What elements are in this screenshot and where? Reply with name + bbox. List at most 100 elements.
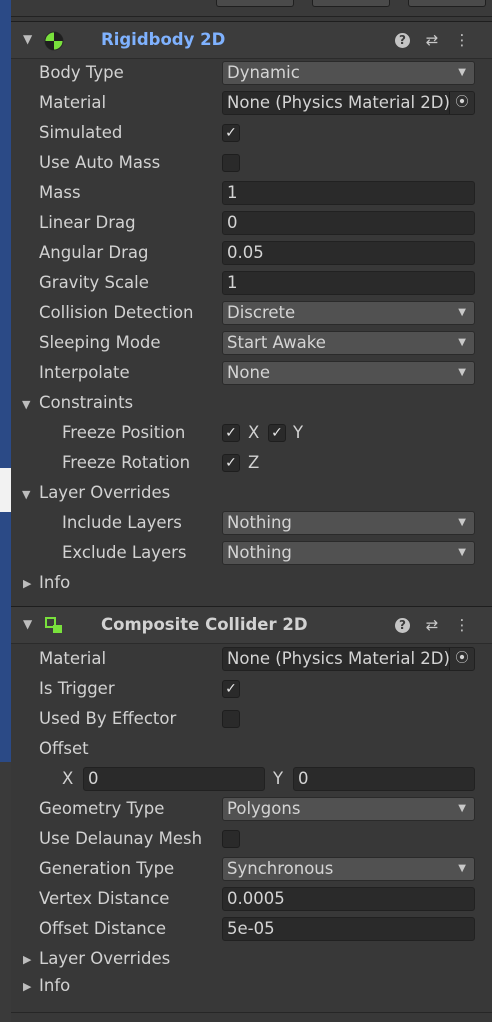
used-by-effector-label: Used By Effector [39, 709, 177, 728]
collision-detection-value: Discrete [227, 303, 296, 322]
dropdown-caret-icon: ▼ [458, 67, 466, 78]
dropdown-caret-icon: ▼ [458, 367, 466, 378]
is-trigger-checkbox[interactable]: ✓ [222, 680, 240, 698]
offset-y-input[interactable]: 0 [293, 767, 475, 791]
foldout-expanded-icon[interactable]: ▼ [23, 32, 32, 46]
info-label[interactable]: Info [39, 573, 70, 592]
linear-drag-input[interactable]: 0 [222, 211, 475, 235]
material-object-field[interactable]: None (Physics Material 2D) ⦿ [222, 91, 475, 115]
layer-overrides-label[interactable]: Layer Overrides [39, 949, 170, 968]
freeze-position-x-checkbox[interactable]: ✓ [222, 424, 240, 442]
material-value: None (Physics Material 2D) [227, 93, 450, 112]
collision-detection-label: Collision Detection [39, 303, 194, 322]
constraints-label[interactable]: Constraints [39, 393, 133, 412]
body-type-value: Dynamic [227, 63, 300, 82]
rigidbody-2d-header[interactable]: ▼ Rigidbody 2D ? ⇄ ⋮ [11, 21, 492, 59]
include-layers-value: Nothing [227, 513, 292, 532]
freeze-position-y-checkbox[interactable]: ✓ [268, 424, 286, 442]
vertex-distance-label: Vertex Distance [39, 889, 170, 908]
sleeping-mode-dropdown[interactable]: Start Awake ▼ [222, 331, 475, 355]
gravity-scale-input[interactable]: 1 [222, 271, 475, 295]
composite-collider-2d-title: Composite Collider 2D [101, 615, 308, 634]
mass-input[interactable]: 1 [222, 181, 475, 205]
angular-drag-label: Angular Drag [39, 243, 149, 262]
geometry-type-value: Polygons [227, 799, 301, 818]
material-label: Material [39, 649, 107, 668]
presets-icon[interactable]: ⇄ [422, 30, 442, 50]
dropdown-caret-icon: ▼ [458, 547, 466, 558]
simulated-label: Simulated [39, 123, 123, 142]
freeze-rotation-z-checkbox[interactable]: ✓ [222, 454, 240, 472]
generation-type-dropdown[interactable]: Synchronous ▼ [222, 857, 475, 881]
left-panel-strip-blue [0, 0, 11, 468]
offset-distance-input[interactable]: 5e-05 [222, 917, 475, 941]
use-delaunay-mesh-label: Use Delaunay Mesh [39, 829, 203, 848]
use-delaunay-mesh-checkbox[interactable] [222, 830, 240, 848]
freeze-rotation-label: Freeze Rotation [62, 453, 191, 472]
interpolate-label: Interpolate [39, 363, 130, 382]
checkmark-icon: ✓ [271, 425, 283, 441]
presets-icon[interactable]: ⇄ [422, 615, 442, 635]
interpolate-dropdown[interactable]: None ▼ [222, 361, 475, 385]
foldout-expanded-icon[interactable]: ▼ [23, 617, 32, 631]
exclude-layers-value: Nothing [227, 543, 292, 562]
left-panel-strip-gray [0, 762, 11, 1022]
geometry-type-dropdown[interactable]: Polygons ▼ [222, 797, 475, 821]
sleeping-mode-value: Start Awake [227, 333, 326, 352]
left-panel-strip-blue-lower [0, 512, 11, 762]
material-label: Material [39, 93, 107, 112]
dropdown-caret-icon: ▼ [458, 803, 466, 814]
is-trigger-label: Is Trigger [39, 679, 115, 698]
composite-collider-2d-icon [45, 617, 62, 633]
material-value: None (Physics Material 2D) [227, 649, 450, 668]
layer-overrides-label[interactable]: Layer Overrides [39, 483, 170, 502]
body-type-dropdown[interactable]: Dynamic ▼ [222, 61, 475, 85]
material-object-field[interactable]: None (Physics Material 2D) ⦿ [222, 647, 475, 671]
offset-distance-label: Offset Distance [39, 919, 166, 938]
offset-y-label: Y [273, 769, 284, 788]
info-foldout-icon[interactable]: ▶ [23, 980, 31, 993]
rigidbody-2d-title: Rigidbody 2D [101, 30, 226, 49]
angular-drag-input[interactable]: 0.05 [222, 241, 475, 265]
checkmark-icon: ✓ [225, 681, 237, 697]
help-icon[interactable]: ? [395, 618, 410, 633]
freeze-rotation-z-label: Z [248, 453, 260, 472]
include-layers-dropdown[interactable]: Nothing ▼ [222, 511, 475, 535]
freeze-position-x-label: X [248, 423, 260, 442]
generation-type-label: Generation Type [39, 859, 175, 878]
dropdown-caret-icon: ▼ [458, 337, 466, 348]
rigidbody-2d-icon [44, 31, 64, 51]
simulated-checkbox[interactable]: ✓ [222, 124, 240, 142]
geometry-type-label: Geometry Type [39, 799, 165, 818]
composite-collider-2d-header[interactable]: ▼ Composite Collider 2D ? ⇄ ⋮ [11, 606, 492, 644]
component-menu-icon[interactable]: ⋮ [452, 615, 472, 635]
exclude-layers-dropdown[interactable]: Nothing ▼ [222, 541, 475, 565]
layer-overrides-foldout-icon[interactable]: ▼ [22, 488, 30, 501]
info-label[interactable]: Info [39, 976, 70, 995]
object-picker-icon[interactable]: ⦿ [449, 648, 474, 670]
gravity-scale-label: Gravity Scale [39, 273, 149, 292]
constraints-foldout-icon[interactable]: ▼ [22, 398, 30, 411]
info-foldout-icon[interactable]: ▶ [23, 577, 31, 590]
left-panel-strip-white [0, 468, 11, 512]
dropdown-caret-icon: ▼ [458, 863, 466, 874]
sleeping-mode-label: Sleeping Mode [39, 333, 161, 352]
dropdown-caret-icon: ▼ [458, 307, 466, 318]
vertex-distance-input[interactable]: 0.0005 [222, 887, 475, 911]
linear-drag-label: Linear Drag [39, 213, 136, 232]
object-picker-icon[interactable]: ⦿ [449, 92, 474, 114]
interpolate-value: None [227, 363, 271, 382]
generation-type-value: Synchronous [227, 859, 334, 878]
offset-x-input[interactable]: 0 [83, 767, 265, 791]
dropdown-caret-icon: ▼ [458, 517, 466, 528]
layer-overrides-foldout-icon[interactable]: ▶ [23, 953, 31, 966]
freeze-position-y-label: Y [293, 423, 304, 442]
use-auto-mass-checkbox[interactable] [222, 154, 240, 172]
collision-detection-dropdown[interactable]: Discrete ▼ [222, 301, 475, 325]
previous-component-edge [11, 0, 492, 17]
offset-x-label: X [62, 769, 74, 788]
used-by-effector-checkbox[interactable] [222, 710, 240, 728]
help-icon[interactable]: ? [395, 33, 410, 48]
use-auto-mass-label: Use Auto Mass [39, 153, 161, 172]
component-menu-icon[interactable]: ⋮ [452, 30, 472, 50]
